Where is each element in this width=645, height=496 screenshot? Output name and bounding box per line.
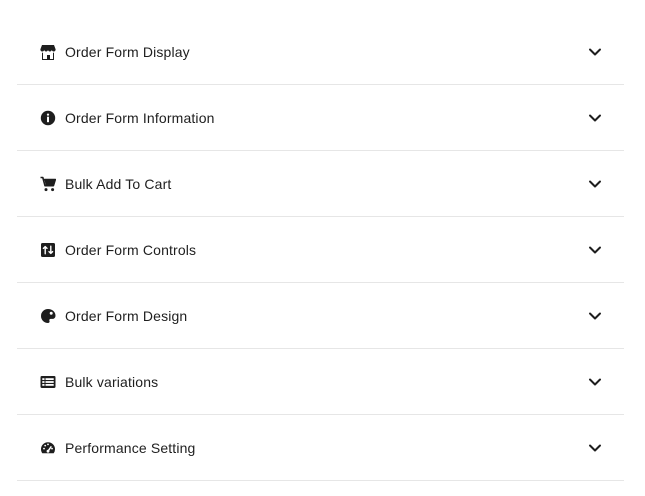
info-icon [39, 109, 57, 127]
panel-label: Performance Setting [65, 439, 196, 456]
store-icon [39, 43, 57, 61]
list-card-icon [39, 373, 57, 391]
chevron-down-icon[interactable] [586, 307, 604, 325]
panel-bulk-add-to-cart[interactable]: Bulk Add To Cart [17, 151, 624, 217]
chevron-down-icon[interactable] [586, 241, 604, 259]
chevron-down-icon[interactable] [586, 373, 604, 391]
panel-label: Order Form Controls [65, 241, 197, 258]
panel-label: Bulk Add To Cart [65, 175, 172, 192]
chevron-down-icon[interactable] [586, 439, 604, 457]
panel-order-form-controls[interactable]: Order Form Controls [17, 217, 624, 283]
panel-order-form-display[interactable]: Order Form Display [17, 19, 624, 85]
panel-label: Bulk variations [65, 373, 159, 390]
gauge-icon [39, 439, 57, 457]
panel-bulk-variations[interactable]: Bulk variations [17, 349, 624, 415]
chevron-down-icon[interactable] [586, 175, 604, 193]
panel-performance-setting[interactable]: Performance Setting [17, 415, 624, 481]
sort-controls-icon [39, 241, 57, 259]
settings-accordion: Order Form Display Order Form Informatio… [17, 19, 624, 481]
panel-order-form-information[interactable]: Order Form Information [17, 85, 624, 151]
chevron-down-icon[interactable] [586, 43, 604, 61]
panel-order-form-design[interactable]: Order Form Design [17, 283, 624, 349]
chevron-down-icon[interactable] [586, 109, 604, 127]
panel-label: Order Form Design [65, 307, 188, 324]
palette-icon [39, 307, 57, 325]
panel-label: Order Form Display [65, 43, 190, 60]
panel-label: Order Form Information [65, 109, 215, 126]
cart-icon [39, 175, 57, 193]
